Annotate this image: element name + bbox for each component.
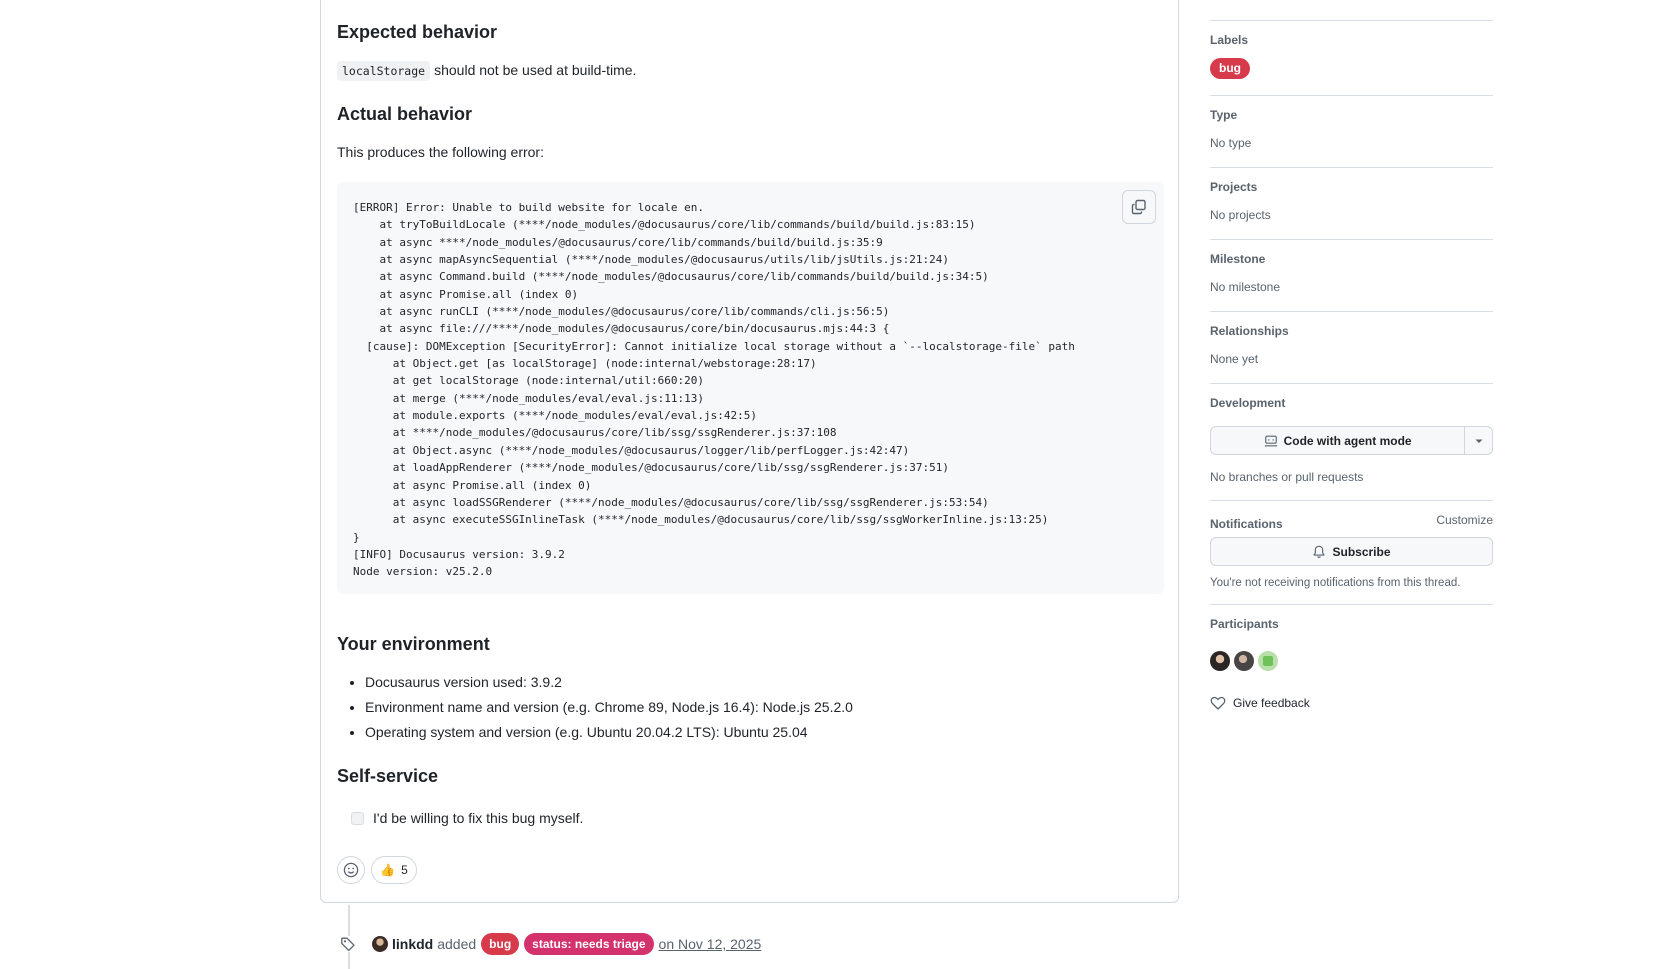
notifications-status: You're not receiving notifications from …: [1210, 577, 1461, 589]
task-label: I'd be willing to fix this bug myself.: [373, 810, 584, 826]
code-with-agent-button[interactable]: Code with agent mode: [1210, 426, 1493, 455]
milestone-section: Milestone No milestone: [1210, 239, 1493, 294]
give-feedback-label: Give feedback: [1233, 696, 1310, 710]
thumbs-up-reaction[interactable]: 👍 5: [371, 856, 417, 884]
event-date-link[interactable]: on Nov 12, 2025: [659, 936, 762, 952]
task-list-item: I'd be willing to fix this bug myself.: [351, 810, 583, 826]
type-section: Type No type: [1210, 95, 1493, 150]
copy-icon: [1131, 199, 1146, 215]
smiley-icon: [343, 862, 359, 878]
environment-list: Docusaurus version used: 3.9.2 Environme…: [337, 670, 853, 745]
actual-behavior-heading: Actual behavior: [337, 104, 473, 124]
label-status-needs-triage[interactable]: status: needs triage: [524, 933, 654, 955]
agent-button-label: Code with agent mode: [1283, 433, 1412, 448]
reactions-bar: 👍 5: [337, 856, 417, 884]
actual-behavior-intro: This produces the following error:: [337, 144, 544, 160]
relationships-value: None yet: [1210, 352, 1259, 366]
error-code-block: [ERROR] Error: Unable to build website f…: [337, 182, 1164, 594]
type-value: No type: [1210, 136, 1252, 150]
customize-link[interactable]: Customize: [1436, 513, 1493, 527]
list-item: Operating system and version (e.g. Ubunt…: [365, 720, 853, 745]
expected-behavior-sentence: should not be used at build-time.: [434, 62, 637, 78]
notifications-title: Notifications: [1210, 517, 1283, 531]
add-reaction-button[interactable]: [337, 856, 365, 884]
reaction-count: 5: [401, 863, 408, 877]
relationships-section: Relationships None yet: [1210, 311, 1493, 366]
error-log: [ERROR] Error: Unable to build website f…: [353, 201, 1075, 579]
triangle-down-icon: [1475, 439, 1483, 443]
development-title[interactable]: Development: [1210, 396, 1285, 410]
avatar[interactable]: [1258, 651, 1278, 671]
type-title[interactable]: Type: [1210, 108, 1237, 122]
thumbs-up-icon: 👍: [380, 863, 396, 877]
projects-value: No projects: [1210, 208, 1271, 222]
avatar[interactable]: [1234, 651, 1254, 671]
give-feedback-link[interactable]: Give feedback: [1210, 695, 1310, 711]
task-checkbox[interactable]: [351, 811, 364, 825]
avatar[interactable]: [372, 936, 388, 952]
list-item: Docusaurus version used: 3.9.2: [365, 670, 853, 695]
inline-code: localStorage: [337, 61, 431, 81]
expected-behavior-heading: Expected behavior: [337, 22, 498, 42]
label-bug[interactable]: bug: [481, 933, 520, 955]
tag-icon: [340, 936, 356, 952]
notifications-section: Notifications Customize Subscribe You're…: [1210, 500, 1493, 589]
copilot-agent-icon: [1264, 435, 1277, 446]
avatar[interactable]: [1210, 651, 1230, 671]
subscribe-button[interactable]: Subscribe: [1210, 537, 1493, 566]
environment-heading: Your environment: [337, 634, 490, 654]
milestone-title[interactable]: Milestone: [1210, 252, 1265, 266]
labeled-event: linkdd added bug status: needs triage on…: [340, 933, 761, 955]
list-item: Environment name and version (e.g. Chrom…: [365, 695, 853, 720]
projects-title[interactable]: Projects: [1210, 180, 1257, 194]
bell-icon: [1313, 545, 1326, 558]
labels-title[interactable]: Labels: [1210, 33, 1248, 47]
subscribe-label: Subscribe: [1332, 544, 1391, 559]
event-username[interactable]: linkdd: [392, 936, 433, 952]
copy-code-button[interactable]: [1122, 190, 1156, 224]
self-service-heading: Self-service: [337, 766, 439, 786]
development-section: Development Code with agent mode No bran…: [1210, 383, 1493, 484]
heart-icon: [1210, 696, 1226, 710]
projects-section: Projects No projects: [1210, 167, 1493, 222]
issue-body-card: Expected behavior localStorage should not…: [320, 0, 1179, 903]
participants-section: Participants Give feedback: [1210, 604, 1493, 710]
event-action: added: [437, 936, 477, 952]
participants-title: Participants: [1210, 617, 1279, 631]
relationships-title[interactable]: Relationships: [1210, 324, 1289, 338]
expected-behavior-text: localStorage should not be used at build-…: [337, 61, 637, 81]
label-bug[interactable]: bug: [1210, 58, 1250, 79]
agent-dropdown[interactable]: [1464, 427, 1492, 454]
participants-avatars: [1210, 651, 1278, 671]
development-value: No branches or pull requests: [1210, 470, 1364, 484]
milestone-value: No milestone: [1210, 280, 1281, 294]
labels-section: Labels bug: [1210, 20, 1493, 91]
